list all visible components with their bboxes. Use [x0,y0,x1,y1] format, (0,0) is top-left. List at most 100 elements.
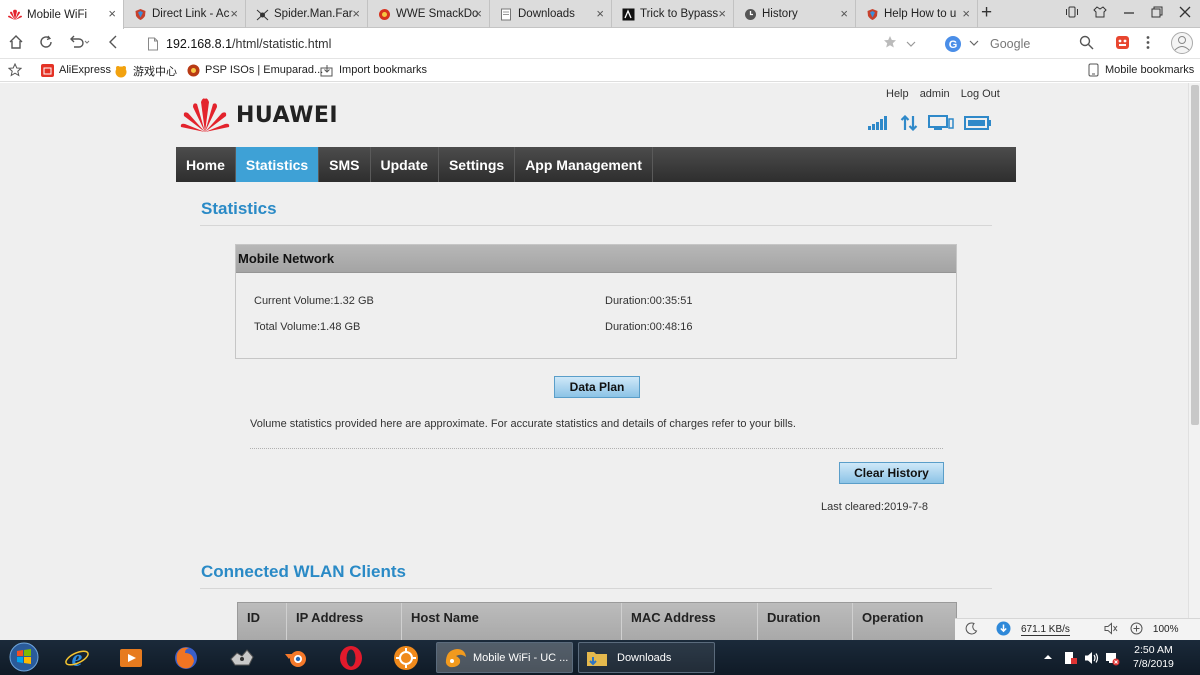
wlan-table-header: ID IP Address Host Name MAC Address Dura… [237,602,957,640]
minimize-icon[interactable] [1122,5,1136,22]
game-center-icon [114,64,128,78]
total-volume: Total Volume:1.48 GB [254,321,361,333]
page-scrollbar[interactable] [1188,83,1200,640]
mobile-network-header: Mobile Network [236,245,956,273]
nav-statistics[interactable]: Statistics [235,147,320,182]
close-icon[interactable]: × [596,6,604,21]
import-icon [320,63,334,77]
undo-icon[interactable] [68,34,92,54]
clock-time: 2:50 AM [1134,644,1173,656]
column-duration: Duration [758,603,853,640]
close-icon[interactable]: × [962,6,970,21]
help-link[interactable]: Help [886,88,909,100]
bookmark-game-center[interactable]: 游戏中心 [114,63,177,79]
close-icon[interactable]: × [230,6,238,21]
network-icon[interactable] [1104,650,1120,669]
task-uc-browser[interactable]: Mobile WiFi - UC ... [436,642,573,673]
data-plan-button[interactable]: Data Plan [554,376,640,398]
clear-history-button[interactable]: Clear History [839,462,944,484]
chevron-down-icon[interactable] [906,36,916,53]
spider-icon [255,7,269,21]
user-avatar-icon[interactable] [1170,31,1194,59]
close-icon[interactable]: × [108,6,116,21]
logout-link[interactable]: Log Out [961,88,1000,100]
address-bar[interactable]: 192.168.8.1/html/statistic.html [140,32,920,56]
mobile-icon [1086,63,1100,77]
mute-icon[interactable] [1104,621,1118,638]
nav-update[interactable]: Update [371,147,439,182]
nav-settings[interactable]: Settings [439,147,516,182]
zoom-level[interactable]: 100% [1153,624,1179,635]
new-tab-button[interactable]: + [981,3,992,23]
volume-note: Volume statistics provided here are appr… [250,418,796,430]
bookmark-psp-isos[interactable]: PSP ISOs | Emuparad... [186,63,323,77]
zoom-icon[interactable] [1130,622,1143,638]
download-speed: 671.1 KB/s [1021,623,1070,636]
search-box[interactable]: G Google [940,33,1100,55]
refresh-icon[interactable] [38,34,54,54]
close-icon[interactable]: × [474,6,482,21]
admin-link[interactable]: admin [920,88,950,100]
system-clock[interactable]: 2:50 AM 7/8/2019 [1133,643,1174,671]
bookmark-import[interactable]: Import bookmarks [320,63,427,77]
router-page: Help admin Log Out HUAWEI Home Statistic… [0,83,1188,640]
close-icon[interactable]: × [352,6,360,21]
nav-app-management[interactable]: App Management [515,147,653,182]
star-icon[interactable] [883,35,897,53]
opera-icon[interactable] [336,643,366,673]
tab-spider-man[interactable]: Spider.Man.Far × [247,0,368,28]
chevron-down-icon[interactable] [969,38,979,51]
tab-wwe-smackdown[interactable]: WWE SmackDo × [369,0,490,28]
bookmark-label: PSP ISOs | Emuparad... [205,64,324,76]
media-player-icon[interactable] [116,643,146,673]
shield-icon [133,7,147,21]
tab-mobile-wifi[interactable]: Mobile WiFi × [0,0,124,29]
night-mode-icon[interactable] [965,621,978,638]
close-icon[interactable]: × [718,6,726,21]
title-divider [200,225,992,226]
vibrate-mode-icon[interactable] [1065,5,1079,22]
bookmark-aliexpress[interactable]: AliExpress [40,63,111,77]
action-center-icon[interactable] [1062,650,1078,669]
game-app-icon[interactable] [227,643,257,673]
show-hidden-icons[interactable] [1043,652,1053,664]
search-engine-icon: G [944,35,962,56]
home-icon[interactable] [8,34,24,54]
start-button[interactable] [6,641,42,673]
download-icon[interactable] [996,621,1011,639]
nav-home[interactable]: Home [176,147,236,182]
task-label: Downloads [617,651,672,664]
cloth-icon[interactable] [1093,5,1107,22]
nav-sms[interactable]: SMS [319,147,371,182]
dotted-divider [250,448,943,449]
scrollbar-thumb[interactable] [1191,85,1199,425]
tab-downloads[interactable]: Downloads × [491,0,612,28]
tab-help-how-to[interactable]: Help How to u × [857,0,978,28]
internet-explorer-icon[interactable]: e [62,643,92,673]
restore-icon[interactable] [1150,5,1164,22]
close-icon[interactable]: × [840,6,848,21]
volume-icon[interactable] [1084,650,1100,669]
blender-icon[interactable] [281,643,311,673]
page-title: Statistics [201,199,277,218]
close-window-icon[interactable] [1178,5,1192,22]
extension-icon[interactable] [1115,35,1130,54]
tab-history[interactable]: History × [735,0,856,28]
settings-app-icon[interactable] [391,643,421,673]
search-icon[interactable] [1079,35,1094,54]
bookmark-star-icon[interactable] [8,63,22,77]
current-duration: Duration:00:35:51 [605,295,693,307]
status-icons [868,115,1002,131]
clock-icon [743,7,757,21]
firefox-icon[interactable] [171,643,201,673]
tab-direct-link[interactable]: Direct Link - Ac × [125,0,246,28]
menu-icon[interactable] [1145,35,1151,54]
bookmarks-bar: AliExpress 游戏中心 PSP ISOs | Emuparad... I… [0,60,1200,82]
mobile-bookmarks[interactable]: Mobile bookmarks [1086,63,1194,77]
back-icon[interactable] [106,34,120,54]
total-duration: Duration:00:48:16 [605,321,693,333]
tab-trick-to-bypass[interactable]: Trick to Bypass × [613,0,734,28]
url-path: /html/statistic.html [232,37,332,51]
huawei-logo: HUAWEI [180,96,338,134]
task-downloads-folder[interactable]: Downloads [578,642,715,673]
